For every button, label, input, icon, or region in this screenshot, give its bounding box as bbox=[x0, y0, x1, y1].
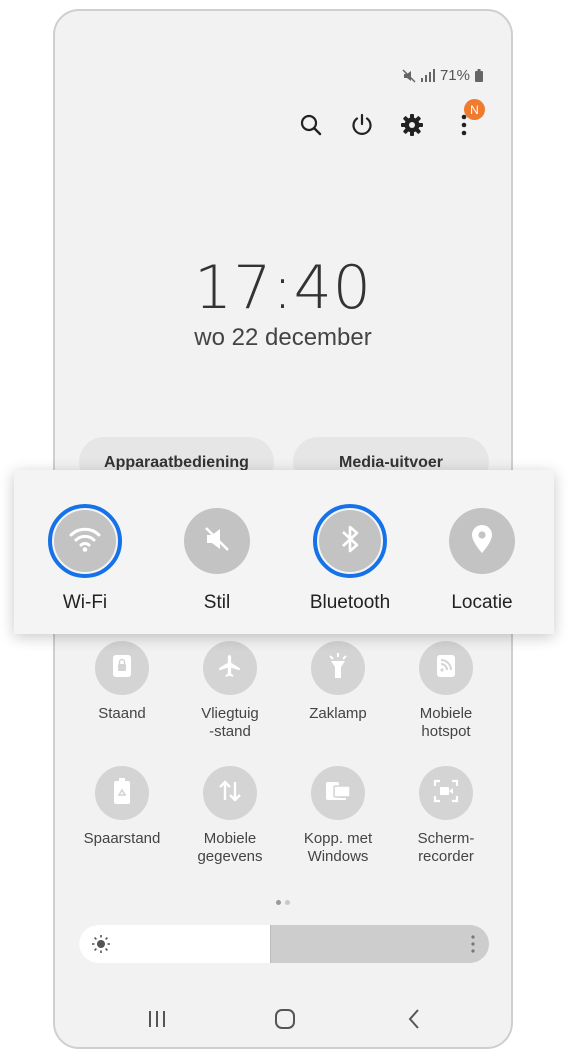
location-toggle[interactable]: Locatie bbox=[422, 504, 542, 614]
tile-label: Spaarstand bbox=[83, 830, 161, 847]
tile-icon-wrap bbox=[95, 766, 149, 820]
tile-label: Mobiele hotspot bbox=[419, 705, 473, 740]
tile-hotspot[interactable]: Mobiele hotspot bbox=[396, 641, 496, 741]
sun-icon bbox=[91, 934, 111, 959]
bluetooth-toggle-ring bbox=[313, 504, 387, 578]
tile-link-to-windows[interactable]: Kopp. met Windows bbox=[288, 766, 388, 866]
search-icon bbox=[300, 114, 322, 141]
notification-badge: N bbox=[464, 99, 485, 120]
navigation-bar bbox=[55, 1001, 511, 1041]
screen-recorder-icon bbox=[433, 779, 459, 808]
battery-percent: 71% bbox=[439, 67, 470, 84]
recent-apps-icon bbox=[147, 1010, 167, 1033]
back-icon bbox=[407, 1008, 421, 1035]
battery-icon bbox=[475, 69, 483, 82]
location-icon bbox=[470, 524, 494, 559]
tile-power-saving[interactable]: Spaarstand bbox=[72, 766, 172, 848]
page-indicator bbox=[55, 892, 511, 910]
tile-icon-wrap bbox=[203, 641, 257, 695]
mute-icon bbox=[202, 524, 232, 559]
toggle-core bbox=[449, 508, 515, 574]
tile-portrait[interactable]: Staand bbox=[72, 641, 172, 723]
tile-icon-wrap bbox=[311, 766, 365, 820]
tile-flashlight[interactable]: Zaklamp bbox=[288, 641, 388, 723]
tile-label: Vliegtuig -stand bbox=[201, 705, 259, 740]
tile-airplane[interactable]: Vliegtuig -stand bbox=[180, 641, 280, 741]
signal-icon bbox=[420, 69, 435, 82]
search-button[interactable] bbox=[291, 107, 331, 147]
tile-screen-recorder[interactable]: Scherm- recorder bbox=[396, 766, 496, 866]
settings-button[interactable] bbox=[392, 107, 432, 147]
wifi-toggle-ring bbox=[48, 504, 122, 578]
tile-icon-wrap bbox=[95, 641, 149, 695]
status-bar: 71% bbox=[402, 67, 483, 84]
tile-label: Zaklamp bbox=[309, 705, 367, 722]
portrait-lock-icon bbox=[112, 654, 132, 683]
clock-time: 17:40 bbox=[194, 253, 372, 323]
wifi-toggle[interactable]: Wi-Fi bbox=[25, 504, 145, 614]
tile-icon-wrap bbox=[203, 766, 257, 820]
tile-label: Scherm- recorder bbox=[417, 830, 475, 865]
tile-icon-wrap bbox=[311, 641, 365, 695]
bluetooth-icon bbox=[340, 524, 360, 559]
more-options-button[interactable]: N bbox=[444, 99, 485, 147]
mute-status-icon bbox=[402, 68, 416, 83]
gear-icon bbox=[400, 113, 424, 142]
hotspot-icon bbox=[435, 654, 457, 683]
brightness-slider[interactable] bbox=[79, 925, 489, 963]
mobile-data-icon bbox=[217, 778, 243, 809]
location-toggle-ring bbox=[445, 504, 519, 578]
wifi-icon bbox=[69, 526, 101, 557]
home-icon bbox=[274, 1008, 296, 1035]
clock-date: wo 22 december bbox=[194, 324, 372, 351]
bluetooth-toggle[interactable]: Bluetooth bbox=[290, 504, 410, 614]
more-vert-icon bbox=[461, 114, 467, 141]
tile-icon-wrap bbox=[419, 641, 473, 695]
back-button[interactable] bbox=[394, 1001, 434, 1041]
power-icon bbox=[350, 113, 374, 142]
panel-actions: N bbox=[55, 99, 511, 151]
airplane-icon bbox=[217, 653, 243, 684]
brightness-more-icon[interactable] bbox=[471, 935, 475, 958]
power-saving-icon bbox=[113, 777, 131, 809]
silent-label: Stil bbox=[203, 592, 231, 613]
toggle-core bbox=[54, 510, 116, 572]
tile-mobile-data[interactable]: Mobiele gegevens bbox=[180, 766, 280, 866]
tile-icon-wrap bbox=[419, 766, 473, 820]
tile-label: Mobiele gegevens bbox=[197, 830, 263, 865]
page-dot-active bbox=[276, 900, 281, 905]
toggle-core bbox=[184, 508, 250, 574]
home-button[interactable] bbox=[265, 1001, 305, 1041]
link-to-windows-icon bbox=[325, 779, 351, 808]
flashlight-icon bbox=[327, 652, 349, 684]
page-dot bbox=[285, 900, 290, 905]
silent-toggle[interactable]: Stil bbox=[157, 504, 277, 614]
quick-toggles-panel: Wi-Fi Stil Bluetooth Locatie bbox=[14, 470, 554, 634]
wifi-label: Wi-Fi bbox=[62, 592, 108, 613]
recent-apps-button[interactable] bbox=[137, 1001, 177, 1041]
power-button[interactable] bbox=[342, 107, 382, 147]
toggle-core bbox=[319, 510, 381, 572]
tile-label: Kopp. met Windows bbox=[303, 830, 373, 865]
silent-toggle-ring bbox=[180, 504, 254, 578]
bluetooth-label: Bluetooth bbox=[309, 592, 391, 613]
tile-label: Staand bbox=[98, 705, 146, 722]
location-label: Locatie bbox=[451, 592, 513, 613]
